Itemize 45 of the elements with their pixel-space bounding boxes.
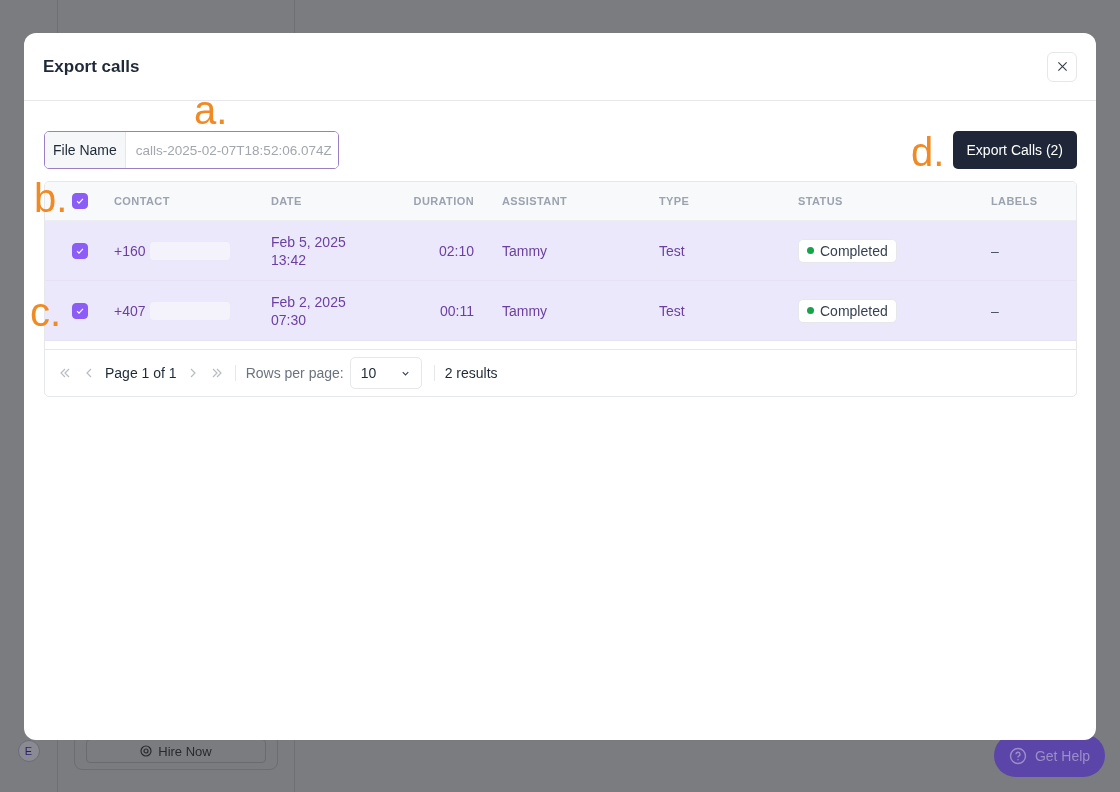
last-page-icon[interactable]: [210, 367, 223, 379]
row-checkbox[interactable]: [71, 242, 88, 259]
annotation-label: b.: [34, 176, 68, 220]
column-header: STATUS: [798, 195, 843, 207]
labels-cell: –: [991, 302, 999, 319]
hire-now-button[interactable]: Hire Now: [86, 739, 266, 763]
column-header: TYPE: [659, 195, 690, 207]
annotation-label: c.: [30, 290, 62, 334]
user-avatar[interactable]: E: [17, 740, 40, 762]
call-type: Test: [659, 242, 685, 259]
annotation-label: a.: [194, 88, 228, 132]
annotation-label: d.: [911, 130, 945, 174]
rows-per-page-label: Rows per page:: [245, 365, 344, 381]
call-date: Feb 2, 2025 07:30: [271, 292, 346, 329]
contact-number: +160: [114, 242, 146, 259]
select-all-checkbox[interactable]: [71, 193, 88, 209]
coin-icon: [140, 745, 153, 757]
assistant-name: Tammy: [502, 302, 548, 319]
call-date: Feb 5, 2025 13:42: [271, 232, 346, 269]
assistant-name: Tammy: [502, 242, 548, 259]
column-header: DURATION: [413, 195, 474, 207]
rows-per-page-select[interactable]: 10: [349, 357, 422, 389]
page-indicator: Page 1 of 1: [105, 365, 177, 381]
call-duration: 00:11: [440, 302, 474, 319]
first-page-icon[interactable]: [59, 367, 71, 379]
file-name-field[interactable]: File Name calls-2025-02-07T18:52:06.074Z: [44, 131, 339, 169]
column-header: CONTACT: [114, 195, 170, 207]
row-checkbox[interactable]: [71, 302, 88, 319]
column-header: ASSISTANT: [502, 195, 568, 207]
export-calls-button[interactable]: Export Calls (2): [952, 131, 1077, 169]
column-header: LABELS: [991, 195, 1038, 207]
close-icon: [1056, 61, 1068, 72]
call-duration: 02:10: [438, 242, 474, 259]
field-label: File Name: [45, 132, 126, 168]
close-button[interactable]: [1047, 51, 1077, 82]
check-icon: [74, 196, 85, 206]
call-type: Test: [659, 302, 685, 319]
help-icon: [1008, 746, 1027, 765]
results-count: 2 results: [444, 365, 498, 381]
dialog-title: Export calls: [43, 56, 140, 77]
contact-number: +407: [114, 302, 146, 319]
status-badge: Completed: [798, 238, 897, 263]
status-badge: Completed: [798, 298, 897, 323]
labels-cell: –: [991, 242, 999, 259]
column-header: DATE: [271, 195, 302, 207]
